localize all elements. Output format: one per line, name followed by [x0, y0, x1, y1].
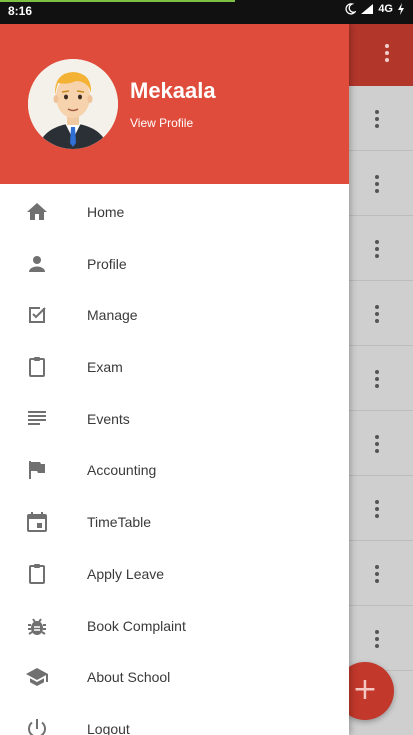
drawer-header: Mekaala View Profile — [0, 24, 349, 184]
menu-item-events[interactable]: Events — [0, 393, 349, 445]
list-item[interactable] — [349, 476, 413, 541]
view-profile-link[interactable]: View Profile — [130, 116, 193, 130]
clipboard-icon — [29, 357, 45, 378]
menu-item-label: Events — [87, 410, 130, 427]
power-icon — [28, 718, 46, 735]
menu-item-label: Accounting — [87, 462, 157, 479]
list-item[interactable] — [349, 606, 413, 671]
menu-item-label: Book Complaint — [87, 617, 186, 634]
status-time: 8:16 — [8, 4, 33, 18]
navigation-drawer: Mekaala View Profile Home Profile Manage… — [0, 24, 349, 735]
menu-item-profile[interactable]: Profile — [0, 238, 349, 290]
menu-item-label: About School — [87, 669, 171, 686]
status-icons: 4G — [344, 3, 405, 15]
more-vert-icon[interactable] — [375, 110, 379, 128]
list-item[interactable] — [349, 151, 413, 216]
flag-icon — [29, 461, 45, 480]
more-vert-icon[interactable] — [375, 175, 379, 193]
clipboard-icon — [29, 563, 45, 584]
moon-icon — [345, 3, 357, 15]
status-bar: 8:16 4G — [0, 0, 413, 24]
background-appbar — [349, 24, 413, 86]
checkbox-icon — [29, 307, 46, 324]
home-icon — [27, 203, 47, 220]
menu-item-label: Manage — [87, 307, 138, 324]
menu-item-accounting[interactable]: Accounting — [0, 444, 349, 496]
menu-item-label: Profile — [87, 255, 127, 272]
menu-item-home[interactable]: Home — [0, 186, 349, 238]
list-item[interactable] — [349, 541, 413, 606]
list-item[interactable] — [349, 346, 413, 411]
more-vert-icon[interactable] — [375, 565, 379, 583]
person-avatar-icon — [28, 59, 118, 149]
menu-item-exam[interactable]: Exam — [0, 341, 349, 393]
network-type: 4G — [378, 3, 393, 15]
menu-item-about-school[interactable]: About School — [0, 651, 349, 703]
more-vert-icon[interactable] — [375, 305, 379, 323]
menu-item-label: Home — [87, 204, 125, 220]
person-icon — [29, 255, 45, 272]
list-icon — [28, 410, 46, 425]
more-vert-icon[interactable] — [375, 240, 379, 258]
list-item[interactable] — [349, 86, 413, 151]
menu-item-label: Exam — [87, 359, 123, 376]
list-item[interactable] — [349, 411, 413, 476]
menu-item-manage[interactable]: Manage — [0, 289, 349, 341]
menu-item-timetable[interactable]: TimeTable — [0, 496, 349, 548]
user-name: Mekaala — [130, 78, 216, 103]
drawer-menu: Home Profile Manage Exam Events Accounti… — [0, 186, 349, 735]
bug-icon — [28, 617, 46, 635]
more-vert-icon[interactable] — [375, 500, 379, 518]
menu-item-logout[interactable]: Logout — [0, 703, 349, 735]
background-app — [349, 24, 413, 735]
menu-item-label: Apply Leave — [87, 565, 165, 582]
more-vert-icon[interactable] — [375, 370, 379, 388]
menu-item-apply-leave[interactable]: Apply Leave — [0, 548, 349, 600]
menu-item-book-complaint[interactable]: Book Complaint — [0, 600, 349, 652]
avatar[interactable] — [28, 59, 118, 149]
signal-icon — [361, 4, 374, 14]
status-progress-line — [0, 0, 235, 2]
menu-item-label: Logout — [87, 720, 130, 735]
list-item[interactable] — [349, 216, 413, 281]
more-vert-icon[interactable] — [375, 435, 379, 453]
more-vert-icon[interactable] — [375, 630, 379, 648]
battery-charging-icon — [398, 3, 404, 15]
school-icon — [26, 668, 48, 687]
overflow-menu-icon[interactable] — [385, 44, 389, 62]
list-item[interactable] — [349, 281, 413, 346]
menu-item-label: TimeTable — [87, 514, 152, 531]
calendar-icon — [27, 512, 47, 533]
